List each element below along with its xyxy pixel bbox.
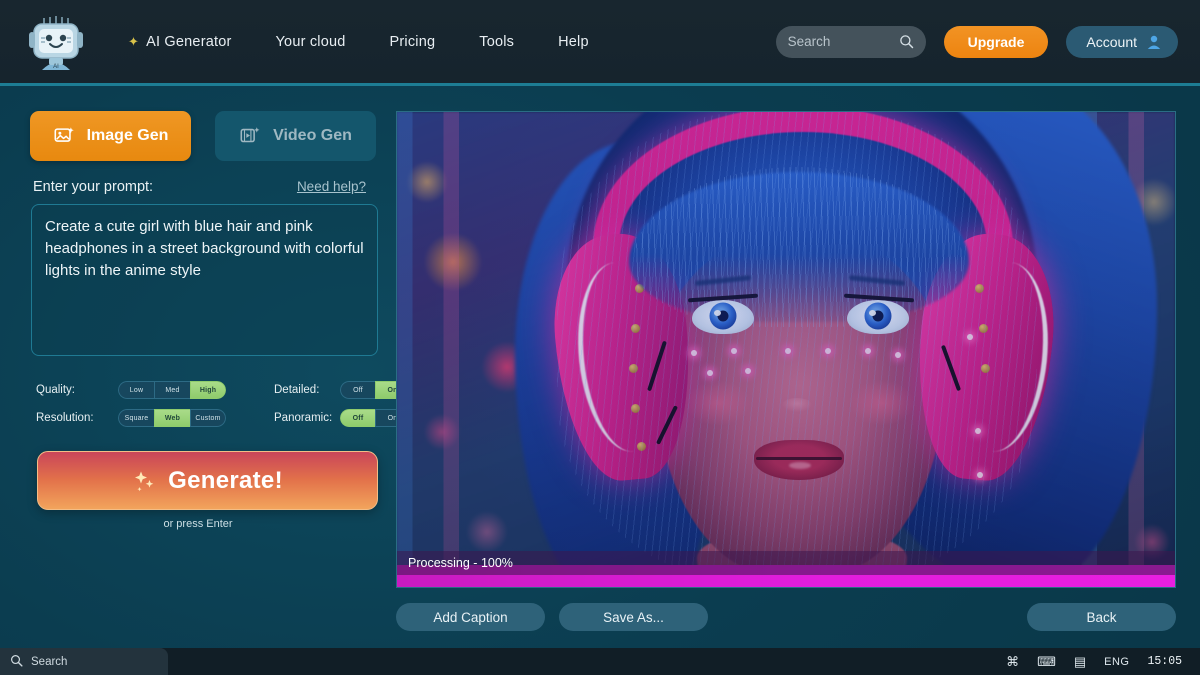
panoramic-option-off[interactable]: Off (340, 409, 375, 427)
option-label-resolution: Resolution: (36, 412, 118, 424)
processing-status: Processing - 100% (397, 551, 1176, 575)
resolution-segmented-control[interactable]: Square Web Custom (118, 409, 226, 427)
lip-highlight (789, 462, 811, 469)
image-preview-area: Processing - 100% (396, 111, 1176, 588)
tab-label: Image Gen (87, 127, 169, 145)
nav-item-pricing[interactable]: Pricing (368, 26, 458, 58)
nav-label: Pricing (390, 34, 436, 50)
sparkle-icon: ✦ (128, 35, 139, 48)
lip-line (756, 457, 842, 460)
processing-status-label: Processing - 100% (408, 556, 513, 570)
save-as-label: Save As... (603, 610, 664, 625)
battery-icon[interactable]: ▤ (1074, 655, 1086, 668)
neon-freckle (825, 348, 831, 354)
nav-label: AI Generator (146, 34, 231, 50)
sparkle-icon (132, 468, 158, 494)
resolution-option-web[interactable]: Web (154, 409, 190, 427)
neon-freckle (707, 370, 713, 376)
search-icon (10, 654, 23, 670)
neon-freckle (785, 348, 791, 354)
upgrade-button[interactable]: Upgrade (944, 26, 1049, 58)
taskbar-search[interactable]: Search (0, 648, 168, 675)
neon-freckle (691, 350, 697, 356)
nav-item-tools[interactable]: Tools (457, 26, 536, 58)
resolution-option-square[interactable]: Square (118, 409, 154, 427)
search-input[interactable]: Search (776, 26, 926, 58)
os-taskbar: Search ⌘ ⌨ ▤ ENG 15:05 (0, 648, 1200, 675)
detailed-option-off[interactable]: Off (340, 381, 375, 399)
eye-right (847, 300, 909, 334)
eye-glint (869, 310, 876, 316)
resolution-option-custom[interactable]: Custom (190, 409, 226, 427)
nav-item-your-cloud[interactable]: Your cloud (254, 26, 368, 58)
main-nav: ✦ AI Generator Your cloud Pricing Tools … (106, 26, 611, 58)
clock[interactable]: 15:05 (1147, 655, 1182, 668)
save-as-button[interactable]: Save As... (559, 603, 708, 631)
keyboard-icon[interactable]: ⌨ (1037, 655, 1056, 668)
add-caption-button[interactable]: Add Caption (396, 603, 545, 631)
quality-option-low[interactable]: Low (118, 381, 154, 399)
command-icon[interactable]: ⌘ (1006, 655, 1019, 668)
generation-controls-panel: Image Gen Video Gen Enter your prompt: N… (0, 86, 396, 648)
taskbar-tray: ⌘ ⌨ ▤ ENG 15:05 (1006, 655, 1200, 668)
option-label-panoramic: Panoramic: (270, 412, 340, 424)
prompt-input[interactable] (31, 204, 378, 356)
search-placeholder: Search (788, 34, 899, 49)
generate-button[interactable]: Generate! (37, 451, 378, 510)
neon-freckle (967, 334, 973, 340)
header-actions: Search Upgrade Account (776, 26, 1178, 58)
preview-actions: Add Caption Save As... Back (396, 602, 1176, 632)
user-avatar-icon (1146, 34, 1162, 50)
quality-segmented-control[interactable]: Low Med High (118, 381, 226, 399)
search-icon[interactable] (899, 34, 914, 49)
quality-option-med[interactable]: Med (154, 381, 190, 399)
nav-label: Tools (479, 34, 514, 50)
nav-label: Your cloud (276, 34, 346, 50)
tab-image-gen[interactable]: Image Gen (30, 111, 191, 161)
option-label-quality: Quality: (36, 384, 118, 396)
eye-left (692, 300, 754, 334)
robot-face-icon[interactable]: AI (28, 12, 84, 72)
back-label: Back (1086, 610, 1116, 625)
nav-label: Help (558, 34, 589, 50)
generate-label: Generate! (168, 467, 283, 495)
nav-item-help[interactable]: Help (536, 26, 611, 58)
svg-text:AI: AI (53, 64, 59, 70)
app-header: AI ✦ AI Generator Your cloud Pricing Too… (0, 0, 1200, 86)
neon-freckle (745, 368, 751, 374)
tab-label: Video Gen (273, 127, 352, 145)
taskbar-search-label: Search (31, 656, 67, 668)
add-caption-label: Add Caption (433, 610, 507, 625)
neon-freckle (977, 472, 983, 478)
hair-strand-overlay (557, 112, 1037, 582)
neon-freckle (865, 348, 871, 354)
quality-option-high[interactable]: High (190, 381, 226, 399)
back-button[interactable]: Back (1027, 603, 1176, 631)
eye-glint (714, 310, 721, 316)
need-help-link[interactable]: Need help? (297, 179, 366, 194)
mode-tabs: Image Gen Video Gen (0, 86, 396, 161)
lips (754, 440, 844, 480)
nose (782, 398, 812, 412)
neon-freckle (895, 352, 901, 358)
nav-item-ai-generator[interactable]: ✦ AI Generator (106, 26, 254, 58)
neon-freckle (731, 348, 737, 354)
upgrade-label: Upgrade (968, 34, 1025, 50)
account-label: Account (1086, 34, 1137, 50)
generation-options: Quality: Low Med High Detailed: Off On R… (36, 379, 396, 429)
option-label-detailed: Detailed: (270, 384, 340, 396)
prompt-label: Enter your prompt: (33, 179, 153, 195)
generate-hint: or press Enter (0, 518, 396, 530)
ai-image-generator-app: AI ✦ AI Generator Your cloud Pricing Too… (0, 0, 1200, 675)
generated-image[interactable]: Processing - 100% (396, 111, 1176, 588)
language-indicator[interactable]: ENG (1104, 656, 1129, 668)
tab-video-gen[interactable]: Video Gen (215, 111, 376, 161)
image-gen-icon (53, 125, 75, 147)
neon-freckle (975, 428, 981, 434)
prompt-header: Enter your prompt: Need help? (33, 179, 366, 195)
video-gen-icon (239, 125, 261, 147)
account-button[interactable]: Account (1066, 26, 1178, 58)
